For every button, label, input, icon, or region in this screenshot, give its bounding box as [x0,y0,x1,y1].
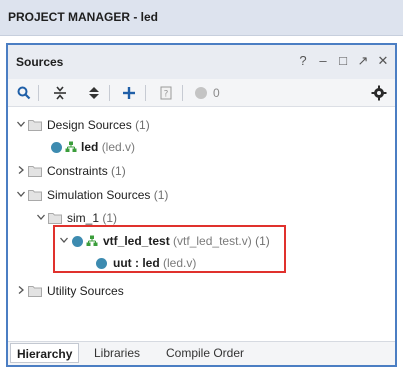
close-icon[interactable]: ✕ [377,54,389,68]
folder-icon [28,166,42,177]
hierarchy-icon [65,141,77,152]
chevron-right-icon[interactable] [16,165,26,175]
tab-libraries[interactable]: Libraries [88,343,146,363]
chevron-right-icon[interactable] [16,285,26,295]
status-indicator[interactable] [191,83,211,103]
project-manager-title: PROJECT MANAGER - led [8,10,159,24]
gear-icon [371,85,387,101]
float-icon[interactable]: ↗ [357,54,369,68]
svg-text:?: ? [164,90,169,100]
constraints-count: (1) [111,164,126,178]
search-button[interactable] [14,83,34,103]
tree-node-design-sources[interactable]: Design Sources (1) [8,115,395,135]
design-sources-count: (1) [135,118,150,132]
chevron-down-icon[interactable] [16,119,26,129]
collapse-all-button[interactable] [50,83,70,103]
tab-compile-order[interactable]: Compile Order [160,343,250,363]
sources-toolbar: ? 0 [8,79,395,107]
add-sources-button[interactable] [119,83,139,103]
expand-all-button[interactable] [84,83,104,103]
sim-1-label: sim_1 [67,211,100,225]
tree-node-constraints[interactable]: Constraints (1) [8,161,395,181]
search-icon [17,86,31,100]
folder-icon [28,190,42,201]
project-manager-header: PROJECT MANAGER - led [0,0,403,36]
sources-tabs: Hierarchy Libraries Compile Order [8,341,395,365]
collapse-all-icon [54,86,66,100]
simulation-sources-label: Simulation Sources [47,188,151,202]
simulation-sources-count: (1) [153,188,169,202]
design-sources-label: Design Sources [47,118,132,132]
tab-hierarchy[interactable]: Hierarchy [10,343,80,363]
tree-node-simulation-sources[interactable]: Simulation Sources (1) [8,185,395,205]
window-controls: ? – □ ↗ ✕ [297,54,389,68]
panel-title-bar: Sources ? – □ ↗ ✕ [8,45,395,79]
properties-icon: ? [160,86,172,100]
module-dot-icon [51,142,62,153]
constraints-label: Constraints [47,164,108,178]
folder-icon [28,286,42,297]
led-module-name: led [81,140,99,154]
help-icon[interactable]: ? [297,54,309,68]
chevron-down-icon[interactable] [16,189,26,199]
sources-panel: Sources ? – □ ↗ ✕ ? 0 Design Sources (1)… [6,43,397,367]
expand-all-icon [89,87,99,99]
utility-sources-label: Utility Sources [47,284,124,298]
chevron-down-icon[interactable] [36,212,46,222]
tree-node-utility-sources[interactable]: Utility Sources [8,281,395,301]
status-dot-icon [195,87,207,99]
highlight-box [53,225,286,273]
sim-1-count: (1) [102,211,118,225]
add-icon [123,87,135,99]
maximize-icon[interactable]: □ [337,54,349,68]
led-module-file: (led.v) [101,140,136,154]
tree-node-led[interactable]: led (led.v) [8,137,395,157]
minimize-icon[interactable]: – [317,54,329,68]
folder-icon [28,120,42,131]
folder-icon [48,213,62,224]
settings-button[interactable] [369,83,389,103]
properties-button[interactable]: ? [156,83,176,103]
status-count: 0 [213,86,220,100]
panel-title: Sources [16,55,64,69]
